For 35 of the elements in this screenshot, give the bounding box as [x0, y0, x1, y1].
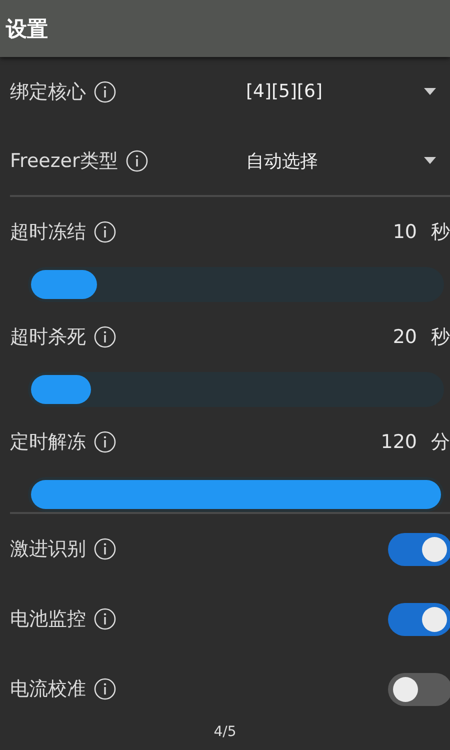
slider-track[interactable]: [28, 372, 444, 407]
setting-label: 电流校准: [10, 677, 86, 702]
toggle-switch[interactable]: [388, 672, 450, 706]
screen-title: 设置: [6, 16, 48, 42]
page-indicator: 4/5: [214, 724, 236, 740]
slider-fill[interactable]: [31, 270, 97, 299]
info-icon[interactable]: [94, 431, 116, 453]
setting-label: 定时解冻: [10, 430, 86, 455]
info-icon[interactable]: [94, 326, 116, 348]
slider-track[interactable]: [28, 267, 444, 302]
setting-label: 超时杀死: [10, 325, 86, 350]
info-icon[interactable]: [94, 538, 116, 560]
dropdown-select[interactable]: [4][5][6]: [246, 77, 436, 106]
value-text: 20: [392, 326, 417, 348]
caret-icon: [424, 157, 436, 164]
setting-label: 超时冻结: [10, 220, 86, 245]
slider-fill[interactable]: [31, 375, 92, 404]
toggle-switch[interactable]: [388, 532, 450, 566]
dropdown-select[interactable]: 自动选择: [246, 144, 436, 176]
unit-text: 秒: [431, 325, 450, 350]
value-text: 120: [380, 431, 417, 453]
unit-text: 分: [431, 430, 450, 455]
info-icon[interactable]: [94, 221, 116, 243]
setting-label: 激进识别: [10, 537, 86, 562]
setting-label: 绑定核心: [10, 80, 86, 104]
toggle-switch[interactable]: [388, 602, 450, 636]
info-icon[interactable]: [94, 80, 116, 102]
setting-label: Freezer类型: [10, 148, 118, 174]
info-icon[interactable]: [94, 608, 116, 630]
unit-text: 秒: [431, 220, 450, 245]
setting-label: 电池监控: [10, 607, 86, 632]
info-icon[interactable]: [94, 678, 116, 700]
value-text: 10: [392, 221, 417, 243]
info-icon[interactable]: [126, 150, 148, 172]
caret-icon: [424, 88, 436, 95]
